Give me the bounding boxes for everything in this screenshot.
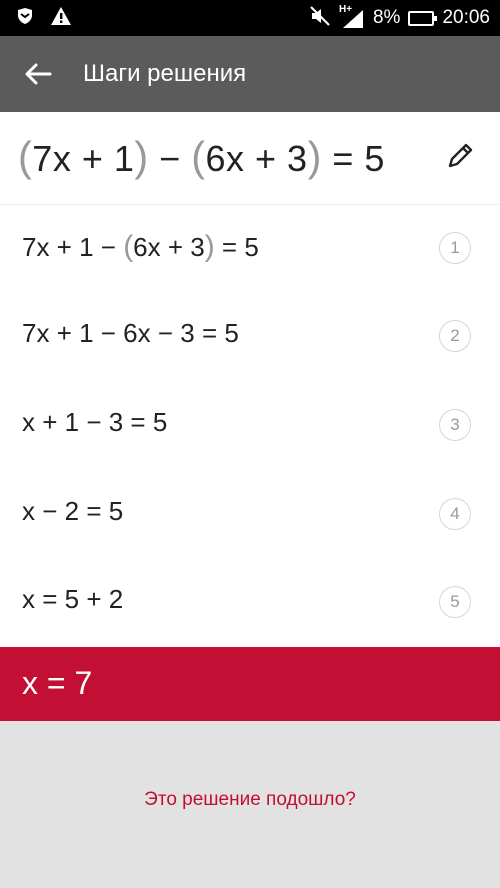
step-row: x + 1 − 3 = 5 3: [0, 381, 500, 469]
term: 6x + 3: [133, 232, 205, 262]
warning-icon: [50, 6, 72, 31]
step-row: x − 2 = 5 4: [0, 470, 500, 558]
step-row: 7x + 1 − 6x − 3 = 5 2: [0, 292, 500, 380]
shield-icon: [16, 7, 34, 30]
app-bar: Шаги решения: [0, 36, 500, 112]
step-expression: 7x + 1 − 6x − 3 = 5: [22, 318, 239, 348]
pencil-icon: [444, 143, 478, 176]
step-row: 7x + 1 − (6x + 3) = 5 1: [0, 204, 500, 292]
answer-banner: x = 7: [0, 647, 500, 721]
term: 7x + 1 −: [22, 232, 124, 262]
edit-button[interactable]: [444, 138, 478, 172]
signal-icon: H+: [339, 4, 365, 30]
step-expression: 7x + 1 − (6x + 3) = 5: [22, 230, 259, 264]
mute-icon: [309, 5, 331, 32]
term: 7x + 1: [32, 138, 135, 179]
paren-close: ): [204, 230, 215, 263]
paren-open: (: [191, 134, 206, 180]
paren-open: (: [18, 134, 33, 180]
step-number-badge[interactable]: 4: [439, 498, 471, 530]
original-equation: (7x + 1) − (6x + 3) = 5: [18, 134, 385, 181]
equation-rhs: = 5: [214, 232, 259, 262]
feedback-panel: Это решение подошло?: [0, 721, 500, 888]
equation-rhs: = 5: [321, 138, 385, 179]
page-title: Шаги решения: [83, 60, 247, 87]
paren-close: ): [134, 134, 149, 180]
term: 6x + 3: [205, 138, 308, 179]
status-bar: H+ 8% 20:06: [0, 0, 500, 36]
clock: 20:06: [442, 7, 490, 28]
step-row: x = 5 + 2 5: [0, 558, 500, 646]
equation-header: (7x + 1) − (6x + 3) = 5: [0, 112, 500, 205]
answer-text: x = 7: [22, 665, 93, 701]
paren-open: (: [123, 230, 134, 263]
battery-level: 8%: [372, 7, 401, 28]
operator: −: [148, 138, 192, 179]
step-number-badge[interactable]: 2: [439, 320, 471, 352]
step-number-badge[interactable]: 1: [439, 232, 471, 264]
back-button[interactable]: [20, 56, 58, 92]
step-expression: x + 1 − 3 = 5: [22, 407, 168, 437]
battery-charging-icon: [408, 10, 438, 26]
feedback-link[interactable]: Это решение подошло?: [0, 789, 500, 811]
step-expression: x = 5 + 2: [22, 584, 124, 614]
step-number-badge[interactable]: 3: [439, 409, 471, 441]
step-number-badge[interactable]: 5: [439, 586, 471, 618]
step-expression: x − 2 = 5: [22, 496, 124, 526]
paren-close: ): [307, 134, 322, 180]
arrow-left-icon: [20, 63, 58, 96]
